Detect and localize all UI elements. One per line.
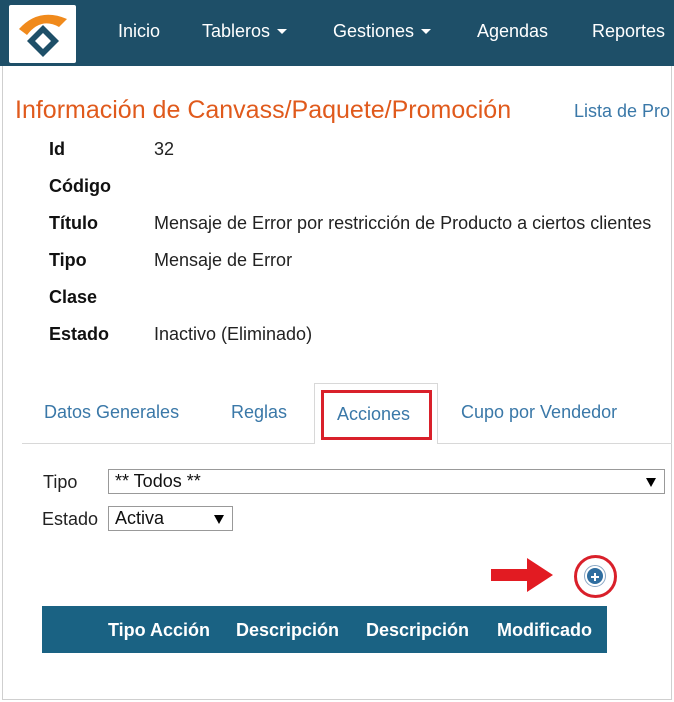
chevron-down-icon [214,515,224,524]
column-header[interactable]: Tipo Acción [108,620,210,641]
arrow-right-icon [491,558,553,592]
clase-label: Clase [49,287,98,307]
list-link[interactable]: Lista de Pro [574,101,670,122]
tab-acciones-highlight [321,390,432,440]
tipo-select[interactable]: ** Todos ** [108,469,665,494]
tab-cupo-por-vendedor[interactable]: Cupo por Vendedor [461,402,617,423]
codigo-label: Código [49,176,111,196]
column-header[interactable]: Descripción [366,620,469,641]
tab-reglas[interactable]: Reglas [231,402,287,423]
chevron-down-icon [277,28,288,34]
tipo-label: Tipo [49,250,87,270]
chevron-down-icon [646,478,656,487]
column-header[interactable]: Descripción [236,620,339,641]
estado-value: Inactivo (Eliminado) [154,324,313,344]
page-title: Información de Canvass/Paquete/Promoción [15,96,512,124]
tipo-filter-label: Tipo [43,472,78,492]
app-logo[interactable] [9,5,76,63]
estado-filter-label: Estado [42,509,99,529]
tab-datos-generales[interactable]: Datos Generales [44,402,179,423]
tipo-value: Mensaje de Error [154,250,293,270]
nav-tableros[interactable]: Tableros [202,0,288,62]
column-header[interactable]: Modificado [497,620,592,641]
top-navbar: Inicio Tableros Gestiones Agendas Report… [0,0,674,66]
id-value: 32 [154,139,175,159]
logo-icon [19,14,67,57]
titulo-label: Título [49,213,98,233]
titulo-value: Mensaje de Error por restricción de Prod… [154,213,652,233]
plus-circle-icon[interactable] [584,565,606,587]
tipo-select-value: ** Todos ** [115,471,201,491]
estado-select[interactable]: Activa [108,506,233,531]
estado-select-value: Activa [115,508,165,528]
nav-agendas[interactable]: Agendas [477,0,548,62]
page: Inicio Tableros Gestiones Agendas Report… [0,0,674,702]
chevron-down-icon [421,28,432,34]
nav-inicio[interactable]: Inicio [118,0,160,62]
actions-table-header: Tipo Acción Descripción Descripción Modi… [42,606,607,653]
nav-gestiones[interactable]: Gestiones [333,0,432,62]
id-label: Id [49,139,65,159]
nav-reportes[interactable]: Reportes [592,0,665,62]
estado-label: Estado [49,324,110,344]
